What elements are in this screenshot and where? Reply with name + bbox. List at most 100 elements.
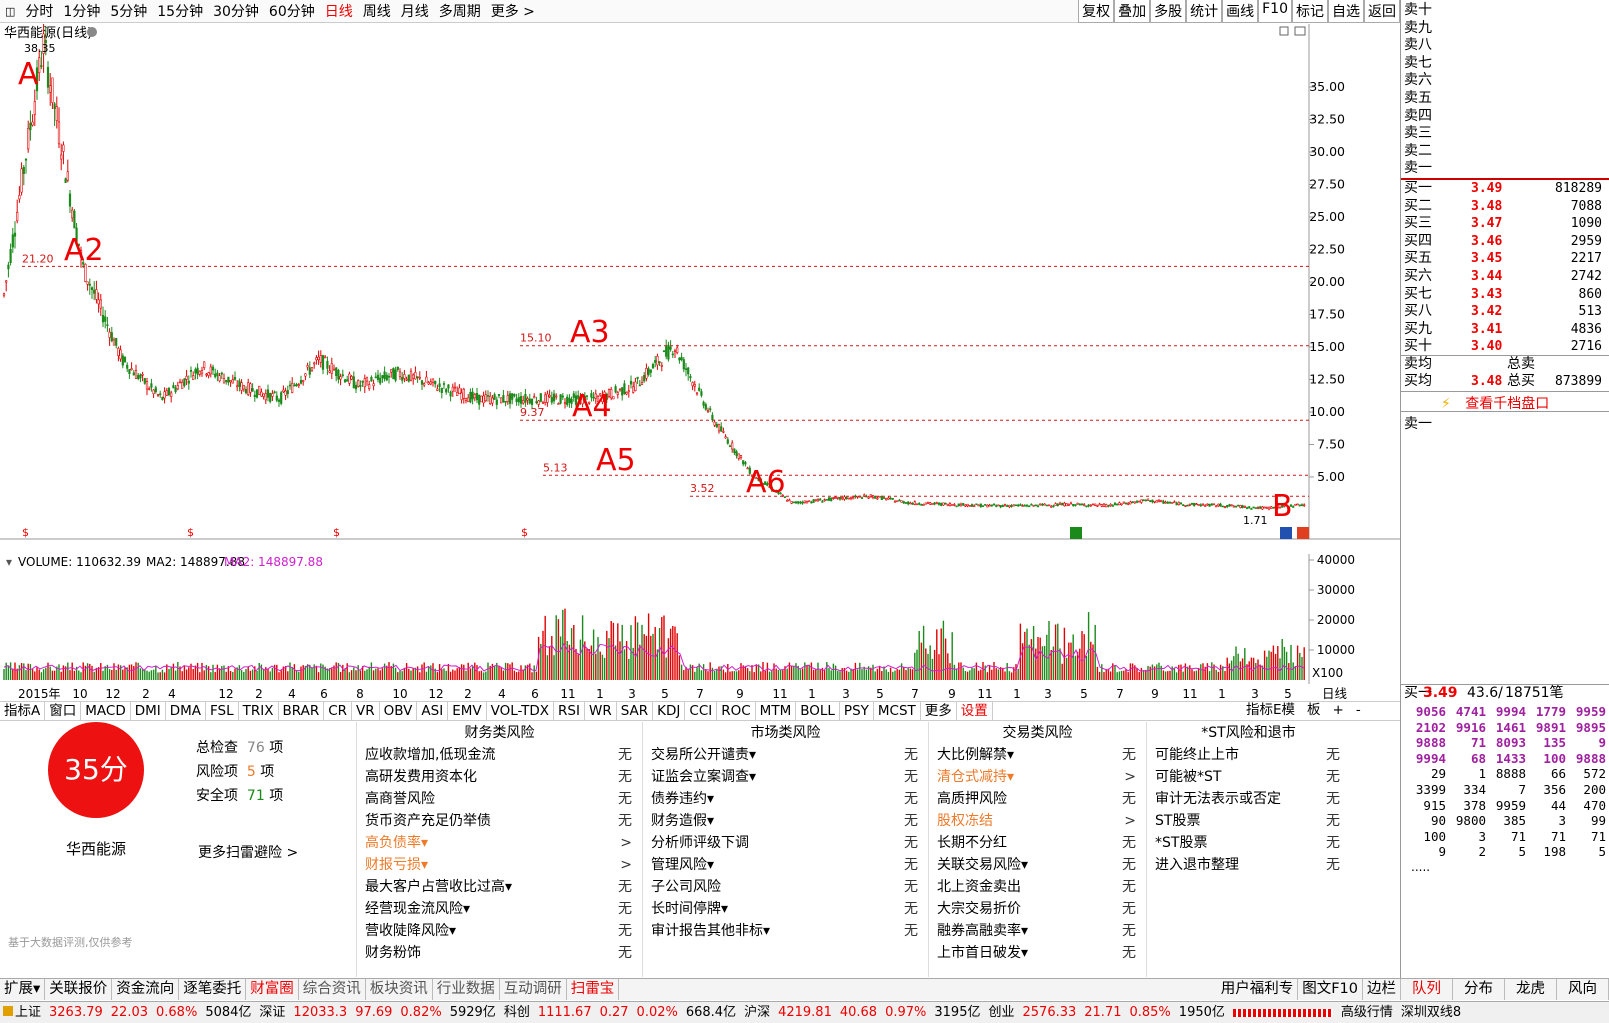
risk-item[interactable]: 高质押风险 无 xyxy=(929,788,1146,810)
buy-level-row[interactable]: 买二 3.48 7088 xyxy=(1401,198,1609,216)
sell-level-row[interactable]: 卖八 xyxy=(1401,37,1609,55)
risk-item[interactable]: *ST股票 无 xyxy=(1147,832,1350,854)
dividend-marker-icon[interactable]: $ xyxy=(22,526,29,539)
indicator-tab-11[interactable]: ASI xyxy=(417,702,449,720)
indicator-tab-8[interactable]: CR xyxy=(324,702,353,720)
risk-item[interactable]: 关联交易风险▾ 无 xyxy=(929,854,1146,876)
indicator-tab-14[interactable]: RSI xyxy=(554,702,585,720)
indicator-tab-1[interactable]: 窗口 xyxy=(45,702,82,720)
index-name[interactable]: 创业 xyxy=(988,1005,1014,1020)
risk-item[interactable]: 大宗交易折价 无 xyxy=(929,898,1146,920)
indicator-tab-13[interactable]: VOL-TDX xyxy=(487,702,555,720)
indicator-tab-24[interactable]: 更多 xyxy=(921,702,957,720)
period-tab-6[interactable]: 日线 xyxy=(320,1,358,21)
buy-level-row[interactable]: 买七 3.43 860 xyxy=(1401,286,1609,304)
buy-level-row[interactable]: 买三 3.47 1090 xyxy=(1401,215,1609,233)
period-tab-9[interactable]: 多周期 xyxy=(434,1,486,21)
indicator-tab-7[interactable]: BRAR xyxy=(279,702,325,720)
buy-level-row[interactable]: 买四 3.46 2959 xyxy=(1401,233,1609,251)
risk-item[interactable]: 最大客户占营收比过高▾ 无 xyxy=(357,876,642,898)
risk-item[interactable]: 长时间停牌▾ 无 xyxy=(643,898,928,920)
thousand-orderbook-link[interactable]: ⚡ 查看千档盘口 xyxy=(1441,393,1549,413)
risk-item[interactable]: 应收款增加,低现金流 无 xyxy=(357,744,642,766)
event-marker-icon[interactable] xyxy=(1070,527,1082,539)
risk-item[interactable]: 清仓式减持▾ > xyxy=(929,766,1146,788)
tool-button-1[interactable]: 叠加 xyxy=(1114,0,1151,23)
more-scan-link[interactable]: 更多扫雷避险 > xyxy=(198,842,298,862)
buy-level-row[interactable]: 买九 3.41 4836 xyxy=(1401,321,1609,339)
indicator-tab-10[interactable]: OBV xyxy=(380,702,418,720)
index-name[interactable]: 上证 xyxy=(15,1005,41,1020)
tool-button-5[interactable]: F10 xyxy=(1258,0,1292,23)
buy-level-row[interactable]: 买六 3.44 2742 xyxy=(1401,268,1609,286)
risk-item[interactable]: 可能终止上市 无 xyxy=(1147,744,1350,766)
risk-item[interactable]: 证监会立案调查▾ 无 xyxy=(643,766,928,788)
bottom-right-tab-1[interactable]: 图文F10 xyxy=(1298,979,1363,1000)
buy-level-row[interactable]: 买一 3.49 818289 xyxy=(1401,180,1609,198)
tool-button-0[interactable]: 复权 xyxy=(1078,0,1115,23)
tool-button-8[interactable]: 返回 xyxy=(1364,0,1400,23)
indicator-tab-25[interactable]: 设置 xyxy=(957,702,993,720)
sell-level-row[interactable]: 卖十 xyxy=(1401,2,1609,20)
indicator-tab-6[interactable]: TRIX xyxy=(239,702,279,720)
bottom-tab-3[interactable]: 逐笔委托 xyxy=(179,979,247,1000)
sell-level-row[interactable]: 卖一 xyxy=(1401,160,1609,178)
bottom-tab-9[interactable]: 扫雷宝 xyxy=(567,979,620,1000)
menu-icon[interactable]: ◫ xyxy=(0,5,20,18)
risk-item[interactable]: 进入退市整理 无 xyxy=(1147,854,1350,876)
indicator-tab-17[interactable]: KDJ xyxy=(653,702,686,720)
buy-level-row[interactable]: 买五 3.45 2217 xyxy=(1401,250,1609,268)
risk-item[interactable]: 高商誉风险 无 xyxy=(357,788,642,810)
period-tab-8[interactable]: 月线 xyxy=(396,1,434,21)
risk-item[interactable]: 高负债率▾ > xyxy=(357,832,642,854)
finance-marker-icon[interactable] xyxy=(1280,527,1292,539)
indicator-right-tool-0[interactable]: 指标E模 xyxy=(1240,701,1301,721)
queue-more[interactable]: ..... xyxy=(1401,860,1609,874)
tool-button-7[interactable]: 自选 xyxy=(1328,0,1364,23)
bottom-right-tab-6[interactable]: 风向 xyxy=(1557,979,1609,1000)
tool-button-4[interactable]: 画线 xyxy=(1222,0,1259,23)
title-dropdown-icon[interactable] xyxy=(87,27,97,37)
indicator-tab-3[interactable]: DMI xyxy=(131,702,166,720)
indicator-right-tool-3[interactable]: - xyxy=(1350,701,1367,721)
bottom-right-tab-4[interactable]: 分布 xyxy=(1453,979,1505,1000)
risk-item[interactable]: 经营现金流风险▾ 无 xyxy=(357,898,642,920)
risk-item[interactable]: 货币资产充足仍举债 无 xyxy=(357,810,642,832)
risk-item[interactable]: 财报亏损▾ > xyxy=(357,854,642,876)
period-tab-2[interactable]: 5分钟 xyxy=(105,1,152,21)
risk-item[interactable]: 营收陡降风险▾ 无 xyxy=(357,920,642,942)
risk-item[interactable]: 大比例解禁▾ 无 xyxy=(929,744,1146,766)
sell-level-row[interactable]: 卖四 xyxy=(1401,108,1609,126)
tool-button-3[interactable]: 统计 xyxy=(1186,0,1223,23)
bottom-tab-5[interactable]: 综合资讯 xyxy=(299,979,366,1000)
risk-item[interactable]: 管理风险▾ 无 xyxy=(643,854,928,876)
risk-item[interactable]: 交易所公开谴责▾ 无 xyxy=(643,744,928,766)
indicator-tab-22[interactable]: PSY xyxy=(840,702,874,720)
volume-chart[interactable]: ▾ VOLUME: 110632.39 MA2: 148897.88 MA2: … xyxy=(0,554,1400,688)
bottom-right-tab-0[interactable]: 用户福利专 xyxy=(1217,979,1299,1000)
risk-item[interactable]: 北上资金卖出 无 xyxy=(929,876,1146,898)
buy-level-row[interactable]: 买十 3.40 2716 xyxy=(1401,338,1609,356)
volume-dropdown-icon[interactable]: ▾ xyxy=(6,555,12,569)
indicator-tab-16[interactable]: SAR xyxy=(617,702,654,720)
dividend-marker-icon[interactable]: $ xyxy=(333,526,340,539)
risk-item[interactable]: 债券违约▾ 无 xyxy=(643,788,928,810)
index-name[interactable]: 深证 xyxy=(259,1005,285,1020)
bottom-tab-0[interactable]: 扩展▾ xyxy=(0,979,46,1000)
period-tab-7[interactable]: 周线 xyxy=(358,1,396,21)
indicator-tab-18[interactable]: CCI xyxy=(685,702,718,720)
bottom-tab-8[interactable]: 互动调研 xyxy=(500,979,567,1000)
dividend-marker-icon[interactable]: $ xyxy=(521,526,528,539)
dividend-marker-icon[interactable]: $ xyxy=(187,526,194,539)
index-name[interactable]: 沪深 xyxy=(744,1005,770,1020)
market-icon[interactable] xyxy=(3,1006,13,1016)
risk-item[interactable]: 融券高融卖率▾ 无 xyxy=(929,920,1146,942)
bottom-right-tab-3[interactable]: 队列 xyxy=(1401,979,1453,1000)
indicator-tab-15[interactable]: WR xyxy=(585,702,617,720)
indicator-right-tool-1[interactable]: 板 xyxy=(1301,701,1327,721)
sell-level-row[interactable]: 卖七 xyxy=(1401,55,1609,73)
buy-level-row[interactable]: 买八 3.42 513 xyxy=(1401,303,1609,321)
risk-item[interactable]: 上市首日破发▾ 无 xyxy=(929,942,1146,964)
risk-item[interactable]: 财务粉饰 无 xyxy=(357,942,642,964)
indicator-tab-2[interactable]: MACD xyxy=(81,702,131,720)
